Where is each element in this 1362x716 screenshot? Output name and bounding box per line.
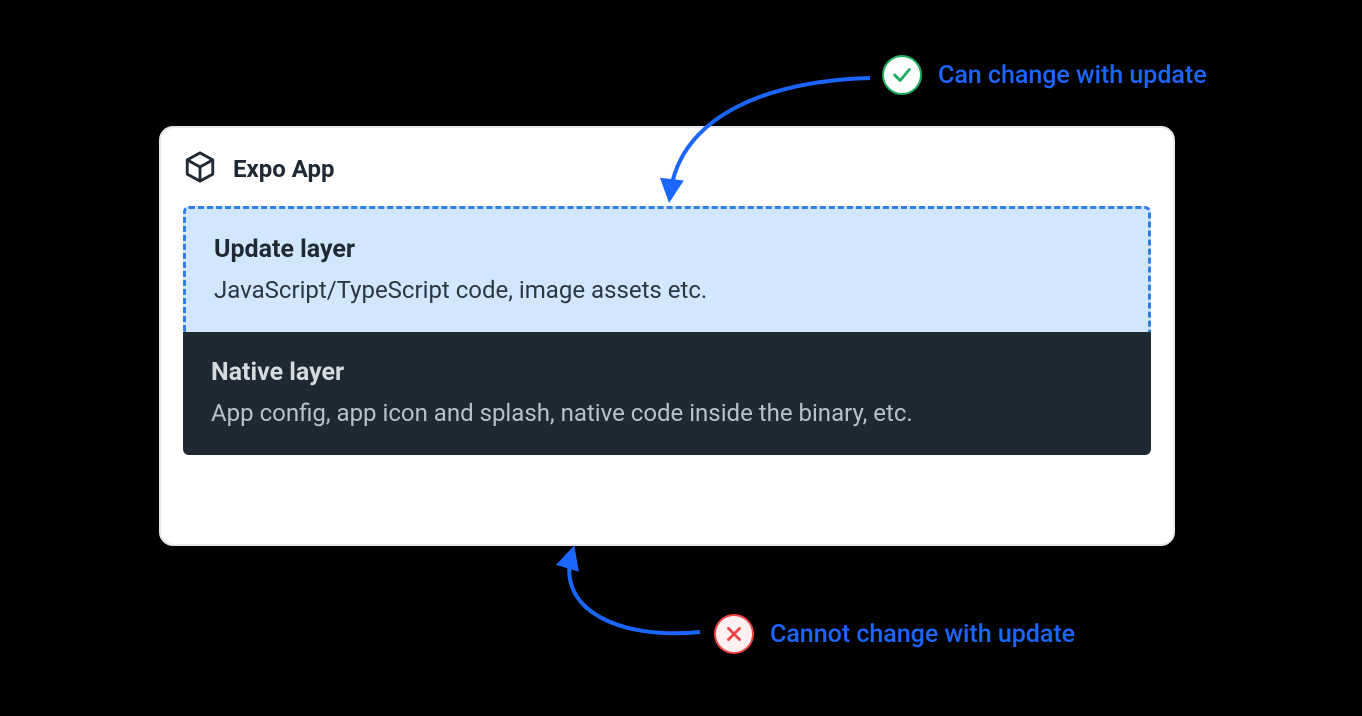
native-layer: Native layer App config, app icon and sp… xyxy=(183,332,1151,455)
arrow-bottom xyxy=(569,553,700,633)
layers-container: Update layer JavaScript/TypeScript code,… xyxy=(183,206,1151,455)
card-header: Expo App xyxy=(183,150,1151,188)
update-layer: Update layer JavaScript/TypeScript code,… xyxy=(183,206,1151,335)
update-layer-desc: JavaScript/TypeScript code, image assets… xyxy=(214,276,1120,304)
card-title: Expo App xyxy=(233,155,334,183)
annotation-cannot-change-text: Cannot change with update xyxy=(770,620,1075,649)
expo-app-card: Expo App Update layer JavaScript/TypeScr… xyxy=(159,126,1175,546)
annotation-can-change: Can change with update xyxy=(882,55,1207,95)
cube-icon xyxy=(183,150,217,188)
annotation-cannot-change: Cannot change with update xyxy=(714,614,1075,654)
native-layer-desc: App config, app icon and splash, native … xyxy=(211,399,1123,427)
diagram-stage: Expo App Update layer JavaScript/TypeScr… xyxy=(0,0,1362,716)
native-layer-title: Native layer xyxy=(211,358,1123,387)
update-layer-title: Update layer xyxy=(214,235,1120,264)
annotation-can-change-text: Can change with update xyxy=(938,61,1207,90)
cross-icon xyxy=(714,614,754,654)
check-icon xyxy=(882,55,922,95)
